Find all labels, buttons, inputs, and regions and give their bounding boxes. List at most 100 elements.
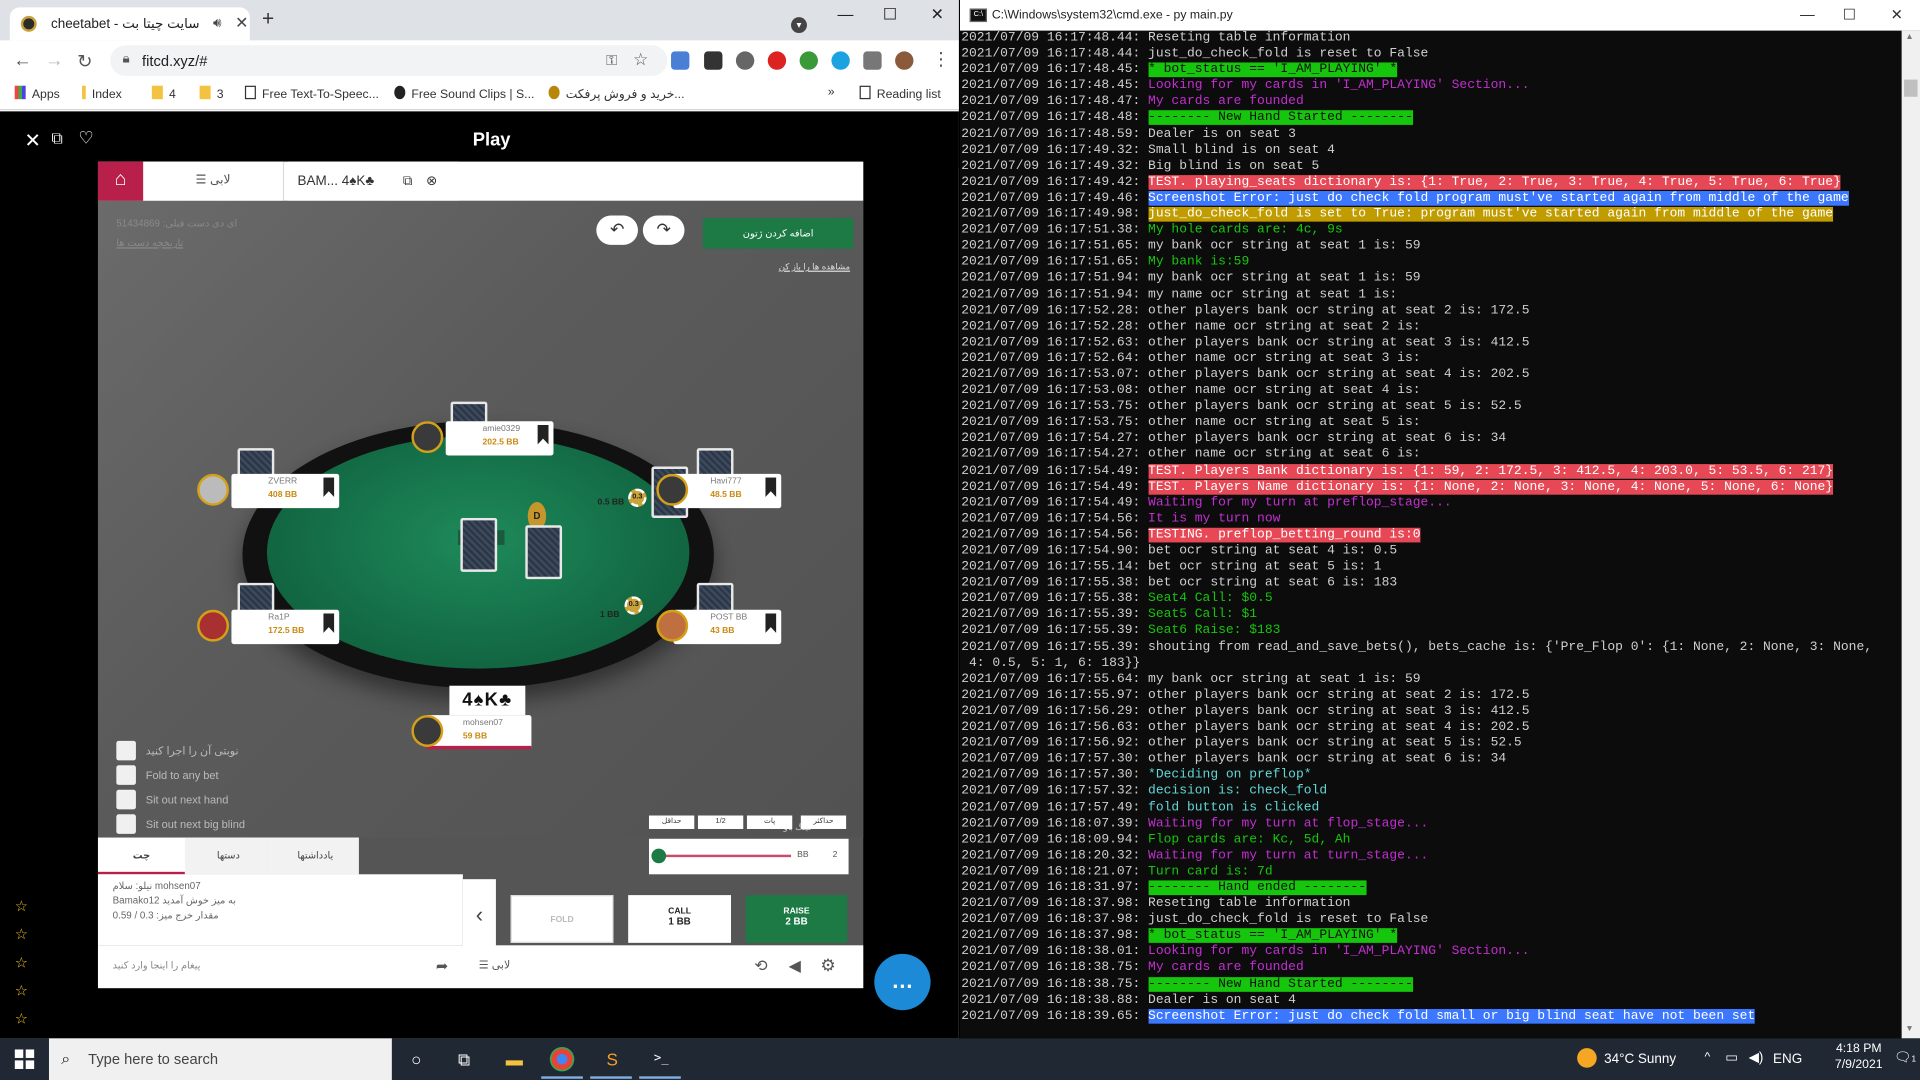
notification-icon[interactable]: 🗨︎1 — [1894, 1049, 1916, 1066]
checkbox[interactable] — [116, 789, 136, 810]
speaker-icon[interactable]: 🔊︎ — [213, 16, 221, 32]
sound-icon[interactable]: ◀ — [789, 956, 801, 976]
collapse-chevron-icon[interactable]: ‹ — [462, 879, 496, 951]
reload-icon[interactable]: ↻ — [77, 50, 92, 72]
url-text[interactable]: fitcd.xyz/# — [142, 53, 207, 70]
volume-icon[interactable]: ◀) — [1749, 1049, 1764, 1066]
add-chips-button[interactable]: اضافه کردن ژتون — [702, 217, 854, 249]
seat-panel[interactable]: Havi777 48.5 BB — [673, 473, 782, 509]
bookmark-perfect[interactable]: خرید و فروش پرفکت... — [548, 85, 684, 102]
preset-half-button[interactable]: 1/2 — [697, 815, 744, 829]
bookmark-folder-3[interactable]: 3 — [199, 85, 224, 102]
chevron-up-icon[interactable]: ^ — [1704, 1051, 1710, 1064]
raise-button[interactable]: RAISE 2 BB — [745, 895, 848, 943]
option-run-it-twice[interactable]: نوبتی آن را اجرا کنید — [116, 740, 361, 761]
message-input[interactable]: پیغام را اینجا وارد کنید — [113, 960, 201, 971]
watch-link[interactable]: مشاهده ها را باز کن — [779, 262, 850, 272]
preset-max-button[interactable]: حداکثر — [800, 815, 847, 829]
close-window-button[interactable]: ✕ — [931, 5, 944, 25]
checkbox[interactable] — [116, 740, 136, 761]
taskbar-search[interactable]: ⌕ Type here to search — [48, 1038, 392, 1080]
bookmark-index[interactable]: Index — [82, 85, 122, 102]
slider-knob[interactable] — [651, 848, 667, 864]
extension-icon[interactable] — [704, 51, 723, 70]
close-tab-icon[interactable]: ✕ — [235, 13, 248, 33]
preset-pot-button[interactable]: پات — [746, 815, 793, 829]
slider-value[interactable]: 2 — [833, 851, 838, 860]
address-bar[interactable]: 🔒︎ fitcd.xyz/# ⚿ ☆ — [110, 45, 668, 76]
home-icon[interactable]: ⌂ — [97, 161, 144, 201]
tab-notes[interactable]: یادداشتها — [271, 837, 359, 875]
windows-start-icon[interactable] — [14, 1049, 35, 1069]
new-tab-button[interactable]: + — [262, 9, 274, 30]
star-icon[interactable]: ☆ — [15, 982, 28, 999]
language-indicator[interactable]: ENG — [1773, 1052, 1802, 1067]
undo-icon[interactable]: ↶ — [596, 215, 638, 245]
bookmark-folder-4[interactable]: 4 — [151, 85, 176, 102]
task-view-icon[interactable]: ⧉ — [451, 1047, 478, 1071]
weather-text[interactable]: 34°C Sunny — [1604, 1052, 1676, 1067]
seat-panel[interactable]: POST BB 43 BB — [673, 609, 782, 645]
extension-icon[interactable] — [831, 51, 850, 70]
option-fold-any[interactable]: Fold to any bet — [116, 765, 361, 785]
bookmarks-overflow[interactable]: » — [828, 86, 835, 99]
star-icon[interactable]: ☆ — [15, 898, 28, 915]
tab-table[interactable]: BAM... 4♠K♣ ⧉ ⊗ — [287, 161, 460, 201]
extension-icon[interactable] — [767, 51, 787, 70]
menu-kebab-icon[interactable]: ⋮ — [932, 48, 950, 70]
option-sit-out-hand[interactable]: Sit out next hand — [116, 789, 361, 810]
back-icon[interactable]: ← — [13, 50, 31, 71]
maximize-button[interactable]: ☐ — [883, 5, 897, 25]
close-table-icon[interactable]: ⊗ — [426, 162, 437, 201]
option-sit-out-bb[interactable]: Sit out next big blind — [116, 814, 361, 834]
fold-button[interactable]: FOLD — [510, 895, 614, 943]
password-key-icon[interactable]: ⚿ — [606, 51, 617, 69]
cmd-minimize-button[interactable]: — — [1800, 6, 1815, 23]
tab-lobby[interactable]: ☰ لابی — [143, 161, 285, 201]
lock-icon[interactable]: 🔒︎ — [122, 51, 129, 67]
preset-min-button[interactable]: حداقل — [648, 815, 695, 829]
cortana-icon[interactable]: ○ — [403, 1047, 430, 1071]
history-icon[interactable]: ⟲ — [754, 956, 767, 976]
extension-icon[interactable] — [799, 51, 818, 70]
terminal-icon[interactable]: >_ — [648, 1047, 675, 1071]
copy-icon[interactable]: ⧉ — [403, 162, 413, 201]
checkbox[interactable] — [116, 765, 136, 785]
profile-avatar[interactable] — [895, 51, 914, 70]
file-explorer-icon[interactable]: ▬ — [501, 1047, 528, 1071]
seat-panel[interactable]: ZVERR 408 BB — [231, 473, 340, 509]
tab-hands[interactable]: دستها — [184, 837, 272, 875]
checkbox[interactable] — [116, 814, 136, 834]
sublime-text-icon[interactable]: S — [599, 1047, 626, 1071]
translate-extension-icon[interactable] — [671, 51, 690, 70]
weather-sun-icon[interactable] — [1577, 1048, 1597, 1068]
settings-gear-icon[interactable]: ⚙ — [820, 955, 835, 976]
tab-search-icon[interactable]: ▾ — [791, 17, 807, 34]
cmd-maximize-button[interactable]: ☐ — [1843, 6, 1856, 23]
footer-lobby[interactable]: ☰ لابی — [479, 959, 510, 972]
raise-slider[interactable]: BB 2 — [648, 838, 849, 875]
console-output[interactable]: 2021/07/09 16:17:48.44: Reseting table i… — [961, 31, 1900, 1039]
hand-history-link[interactable]: تاریخچه دست ها — [116, 238, 183, 249]
send-icon[interactable]: ➦ — [436, 958, 448, 975]
chrome-icon[interactable] — [549, 1046, 575, 1072]
console-scrollbar[interactable]: ▲ ▼ — [1901, 30, 1920, 1039]
bookmark-sound-clips[interactable]: Free Sound Clips | S... — [394, 85, 534, 102]
star-icon[interactable]: ☆ — [15, 954, 28, 971]
minimize-button[interactable]: — — [838, 5, 854, 23]
star-icon[interactable]: ☆ — [15, 1010, 28, 1027]
bookmark-apps[interactable]: Apps — [14, 85, 60, 102]
reading-list[interactable]: Reading list — [859, 85, 941, 102]
network-icon[interactable]: ▭ — [1725, 1049, 1738, 1066]
scroll-thumb[interactable] — [1904, 79, 1918, 97]
forward-icon[interactable]: → — [45, 50, 63, 71]
search-input[interactable]: Type here to search — [88, 1051, 218, 1068]
browser-tab[interactable]: سایت چیتا بت - cheetabet | 🔊︎ ✕ — [9, 7, 250, 41]
call-button[interactable]: CALL 1 BB — [628, 895, 732, 943]
redo-icon[interactable]: ↷ — [642, 215, 685, 245]
cmd-close-button[interactable]: ✕ — [1891, 6, 1903, 23]
seat-panel[interactable]: Ra1P 172.5 BB — [231, 609, 340, 645]
extensions-puzzle-icon[interactable] — [863, 51, 882, 70]
tab-chat[interactable]: چت — [97, 838, 185, 875]
seat-panel[interactable]: amie0329 202.5 BB — [445, 421, 554, 456]
